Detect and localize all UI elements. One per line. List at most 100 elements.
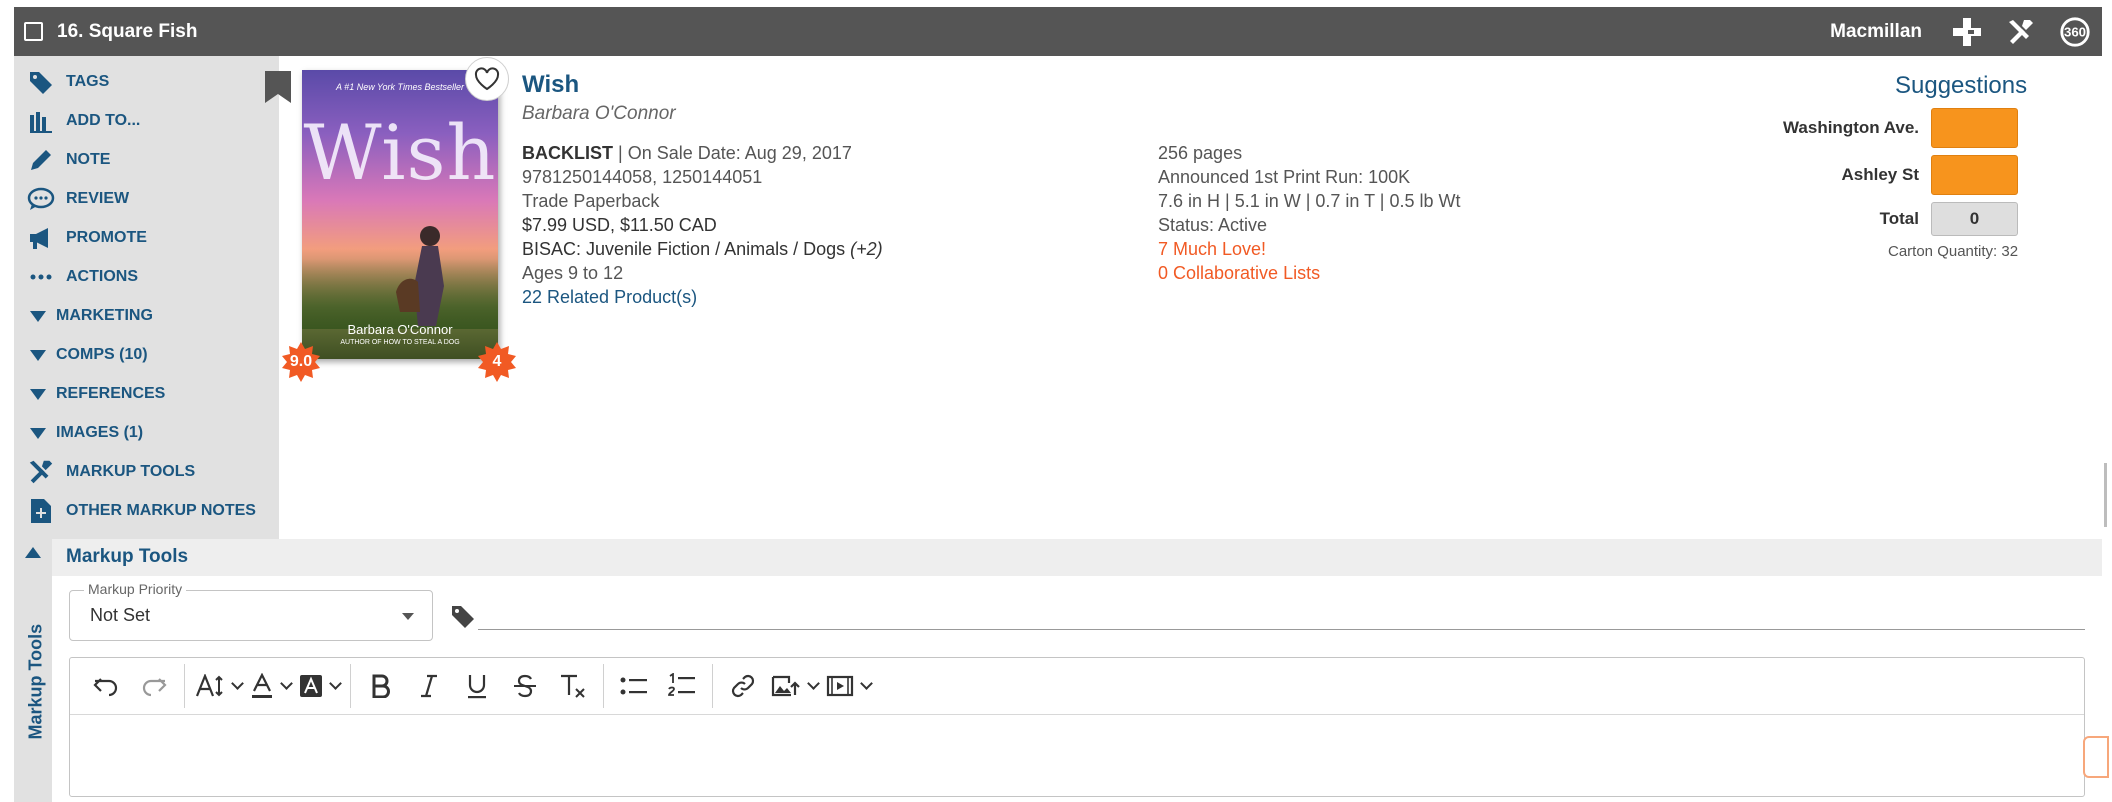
pages-line: 256 pages	[1158, 143, 1243, 163]
bold-icon	[372, 674, 390, 698]
tag-icon	[450, 603, 476, 634]
highlight-color-button[interactable]	[299, 667, 342, 705]
more-dots-icon	[26, 262, 56, 292]
sidebar-item-label: TAGS	[66, 73, 110, 90]
sidebar-item-label: REVIEW	[66, 190, 130, 207]
tools-icon[interactable]	[2004, 15, 2038, 49]
sidebar-item-references[interactable]: REFERENCES	[26, 379, 165, 409]
heart-icon	[474, 67, 500, 91]
caret-down-icon	[30, 349, 46, 361]
suggestion-qty-input[interactable]	[1931, 155, 2018, 195]
italic-button[interactable]	[409, 667, 449, 705]
toolbar-separator	[712, 664, 713, 708]
group-header-bar: 16. Square Fish Macmillan 360	[14, 7, 2102, 56]
status-line: Status: Active	[1158, 215, 1268, 235]
image-upload-icon	[771, 675, 800, 697]
underline-button[interactable]	[457, 667, 497, 705]
sidebar-item-other-markup-notes[interactable]: OTHER MARKUP NOTES	[26, 496, 256, 526]
sidebar-item-label: MARKETING	[56, 307, 153, 324]
format-line: Trade Paperback	[522, 191, 660, 211]
select-checkbox[interactable]	[24, 22, 43, 41]
clear-format-button[interactable]	[553, 667, 593, 705]
sidebar-item-label: NOTE	[66, 151, 111, 168]
collapse-up-icon[interactable]	[25, 547, 41, 558]
sidebar-item-actions[interactable]: ACTIONS	[26, 262, 138, 292]
megaphone-icon	[26, 223, 56, 253]
strikethrough-button[interactable]	[505, 667, 545, 705]
bullet-list-icon	[620, 677, 647, 695]
caret-down-icon	[30, 388, 46, 400]
markup-tools-side-tab[interactable]: Markup Tools	[14, 539, 52, 802]
insert-link-button[interactable]	[723, 667, 763, 705]
markup-tools-vertical-label: Markup Tools	[25, 623, 46, 740]
sidebar-item-label: REFERENCES	[56, 385, 166, 402]
related-products-link[interactable]: 22 Related Product(s)	[522, 285, 883, 309]
scrollbar-thumb[interactable]	[2104, 463, 2107, 527]
side-feedback-tab[interactable]	[2083, 736, 2109, 778]
sidebar-item-review[interactable]: REVIEW	[26, 184, 129, 214]
sidebar-item-promote[interactable]: PROMOTE	[26, 223, 147, 253]
toolbar-separator	[350, 664, 351, 708]
add-note-icon	[26, 496, 56, 526]
sidebar-item-comps[interactable]: COMPS (10)	[26, 340, 148, 370]
price-line: $7.99 USD, $11.50 CAD	[522, 215, 717, 235]
undo-button[interactable]	[86, 667, 126, 705]
total-value: 0	[1931, 202, 2018, 236]
suggestion-row-ashley: Ashley St	[1759, 155, 2018, 195]
on-sale-date: | On Sale Date: Aug 29, 2017	[618, 143, 852, 163]
sidebar-item-label: ADD TO...	[66, 112, 141, 129]
bookmark-icon[interactable]	[264, 70, 292, 104]
insert-image-button[interactable]	[771, 667, 820, 705]
tools-icon	[26, 457, 56, 487]
book-title-link[interactable]: Wish	[522, 71, 579, 99]
sidebar-item-add-to[interactable]: ADD TO...	[26, 106, 140, 136]
italic-icon	[421, 674, 437, 698]
numbered-list-button[interactable]	[662, 667, 702, 705]
bullet-list-button[interactable]	[614, 667, 654, 705]
bisac-more: (+2)	[850, 239, 883, 259]
suggestions-heading: Suggestions	[1895, 72, 2028, 99]
bold-button[interactable]	[361, 667, 401, 705]
suggestion-label: Ashley St	[1841, 165, 1919, 184]
sidebar-item-images[interactable]: IMAGES (1)	[26, 418, 143, 448]
video-icon	[826, 675, 854, 697]
markup-tags-input[interactable]	[478, 590, 2085, 630]
numbered-list-icon	[668, 673, 695, 696]
sale-line: BACKLIST | On Sale Date: Aug 29, 2017	[522, 141, 883, 165]
sidebar-item-markup-tools[interactable]: MARKUP TOOLS	[26, 457, 195, 487]
suggestion-qty-input[interactable]	[1931, 108, 2018, 148]
redo-icon	[142, 678, 167, 697]
book-details-primary: BACKLIST | On Sale Date: Aug 29, 2017 97…	[522, 141, 883, 309]
editor-content-area[interactable]	[70, 716, 2084, 796]
collaborative-lists-link[interactable]: 0 Collaborative Lists	[1158, 261, 1461, 285]
markup-priority-value: Not Set	[90, 605, 151, 625]
sidebar-item-marketing[interactable]: MARKETING	[26, 301, 153, 331]
toolbar-separator	[184, 664, 185, 708]
total-label: Total	[1879, 209, 1919, 228]
sidebar-item-label: MARKUP TOOLS	[66, 463, 196, 480]
font-size-button[interactable]	[195, 667, 244, 705]
markup-note-editor[interactable]	[69, 657, 2085, 797]
speech-bubble-icon	[26, 184, 56, 214]
markup-priority-label: Markup Priority	[84, 581, 187, 597]
favorite-heart-button[interactable]	[465, 57, 509, 101]
redo-button[interactable]	[134, 667, 174, 705]
sidebar-item-tags[interactable]: TAGS	[26, 67, 109, 97]
much-love-link[interactable]: 7 Much Love!	[1158, 237, 1461, 261]
book-cover[interactable]: A #1 New York Times Bestseller Wish Barb…	[302, 70, 498, 359]
count-badge: 4	[477, 342, 517, 382]
print-run-line: Announced 1st Print Run: 100K	[1158, 167, 1411, 187]
360-icon[interactable]: 360	[2058, 15, 2092, 49]
bisac-line: BISAC: Juvenile Fiction / Animals / Dogs…	[522, 237, 883, 261]
suggestion-row-washington: Washington Ave.	[1759, 108, 2018, 148]
markup-priority-select[interactable]: Markup Priority Not Set	[69, 581, 433, 641]
highlight-color-icon	[300, 675, 322, 697]
sidebar-item-label: ACTIONS	[66, 268, 138, 285]
book-author: Barbara O'Connor	[522, 103, 676, 124]
insert-video-button[interactable]	[826, 667, 873, 705]
add-medical-cross-icon[interactable]	[1950, 15, 1984, 49]
text-color-button[interactable]	[250, 667, 293, 705]
sidebar-item-note[interactable]: NOTE	[26, 145, 110, 175]
publisher-name: Macmillan	[1830, 20, 1922, 42]
books-icon	[26, 106, 56, 136]
